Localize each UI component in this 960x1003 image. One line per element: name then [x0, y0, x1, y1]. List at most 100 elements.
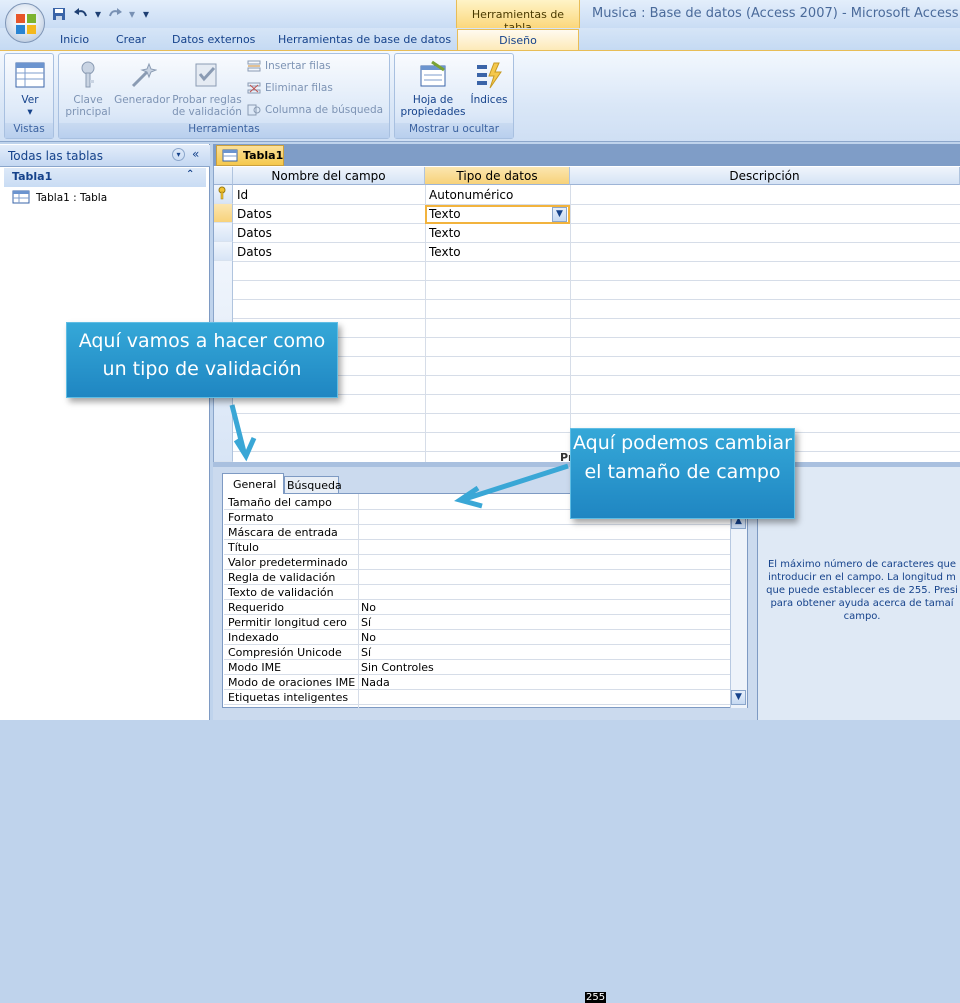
field-name-cell[interactable]: Datos: [237, 207, 272, 221]
hoja-label-1: Hoja de: [412, 94, 454, 106]
grid-corner: [214, 167, 233, 185]
probar-reglas-button[interactable]: Probar reglas de validación: [171, 60, 243, 118]
columna-busqueda-button[interactable]: Columna de búsqueda: [247, 104, 383, 116]
data-type-cell[interactable]: Texto: [429, 207, 461, 221]
property-name: Indexado: [228, 631, 279, 644]
property-row[interactable]: Modo IME Sin Controles: [224, 660, 730, 675]
property-row[interactable]: Máscara de entrada: [224, 525, 730, 540]
insertar-label: Insertar filas: [265, 60, 331, 72]
columna-label: Columna de búsqueda: [265, 104, 384, 116]
property-name: Modo de oraciones IME: [228, 676, 356, 689]
tab-datos-externos[interactable]: Datos externos: [172, 31, 255, 50]
tab-inicio[interactable]: Inicio: [60, 31, 89, 50]
data-type-cell[interactable]: Texto: [429, 245, 461, 259]
group-label-vistas: Vistas: [5, 123, 53, 138]
row-selector-3[interactable]: [214, 223, 233, 242]
nav-item-label: Tabla1 : Tabla: [36, 192, 108, 204]
indices-label: Índices: [470, 94, 508, 106]
property-value[interactable]: Nada: [361, 676, 390, 689]
property-row[interactable]: Etiquetas inteligentes: [224, 690, 730, 705]
save-icon[interactable]: [50, 5, 68, 23]
property-value[interactable]: Sin Controles: [361, 661, 434, 674]
redo-dropdown-icon[interactable]: ▾: [128, 5, 136, 23]
property-row[interactable]: Título: [224, 540, 730, 555]
generador-label: Generador: [114, 94, 170, 106]
property-row[interactable]: Modo de oraciones IME Nada: [224, 675, 730, 690]
property-row[interactable]: Compresión Unicode Sí: [224, 645, 730, 660]
generador-button[interactable]: Generador: [113, 60, 171, 106]
row-selector-4[interactable]: [214, 242, 233, 261]
grid-divider: [425, 185, 426, 462]
office-button[interactable]: [5, 3, 45, 43]
window-title: Musica : Base de datos (Access 2007) - M…: [592, 6, 959, 21]
field-name-cell[interactable]: Id: [237, 188, 248, 202]
document-tab-tabla1[interactable]: Tabla1: [216, 145, 284, 166]
tab-general[interactable]: General: [222, 473, 284, 494]
ver-button[interactable]: Ver ▾: [10, 60, 50, 118]
clave-label-2: principal: [65, 106, 111, 118]
column-header-descripcion[interactable]: Descripción: [570, 167, 960, 185]
property-row[interactable]: Indexado No: [224, 630, 730, 645]
grid-row-line: [233, 394, 960, 395]
property-row[interactable]: Requerido No: [224, 600, 730, 615]
grid-row-line: [233, 242, 960, 243]
tab-herramientas-bd[interactable]: Herramientas de base de datos: [278, 31, 451, 50]
quick-access-toolbar: ▾ ▾ ▾: [50, 4, 152, 24]
property-value-selected[interactable]: 255: [585, 992, 607, 1003]
nav-pane-header[interactable]: Todas las tablas ▾ «: [0, 145, 210, 167]
shutter-bar-icon[interactable]: «: [192, 147, 199, 161]
grid-row-line: [233, 280, 960, 281]
collapse-group-icon[interactable]: ⌃: [186, 169, 194, 180]
probar-label-2: de validación: [172, 106, 242, 118]
primary-key-icon: [218, 186, 226, 200]
column-header-tipo[interactable]: Tipo de datos: [425, 167, 570, 185]
property-row[interactable]: Regla de validación: [224, 570, 730, 585]
insertar-filas-button[interactable]: Insertar filas: [247, 60, 331, 72]
data-type-cell[interactable]: Autonumérico: [429, 188, 513, 202]
tab-busqueda[interactable]: Búsqueda: [284, 476, 342, 494]
property-value[interactable]: No: [361, 631, 376, 644]
field-name-cell[interactable]: Datos: [237, 226, 272, 240]
wand-icon: [127, 60, 158, 90]
redo-icon[interactable]: [106, 5, 124, 23]
validation-rules-icon: [192, 60, 222, 90]
design-grid: [213, 166, 960, 462]
data-type-cell[interactable]: Texto: [429, 226, 461, 240]
nav-item-tabla1[interactable]: Tabla1 : Tabla: [12, 189, 107, 207]
row-selector-2[interactable]: [214, 204, 233, 223]
property-row[interactable]: Texto de validación: [224, 585, 730, 600]
contextual-tab-header: Herramientas de tabla: [456, 0, 580, 34]
undo-icon[interactable]: [72, 5, 90, 23]
grid-row-line: [233, 318, 960, 319]
customize-qat-icon[interactable]: ▾: [140, 5, 152, 23]
property-value[interactable]: Sí: [361, 646, 371, 659]
property-row[interactable]: Permitir longitud cero Sí: [224, 615, 730, 630]
tab-diseno[interactable]: Diseño: [457, 29, 579, 51]
clave-principal-button[interactable]: Clave principal: [63, 60, 113, 118]
undo-dropdown-icon[interactable]: ▾: [94, 5, 102, 23]
field-name-cell[interactable]: Datos: [237, 245, 272, 259]
hoja-propiedades-button[interactable]: Hoja de propiedades: [399, 60, 467, 118]
property-name: Modo IME: [228, 661, 282, 674]
group-mostrar-ocultar: Hoja de propiedades Índices Mostrar u ocu…: [394, 53, 514, 139]
table-icon: [12, 190, 30, 207]
tab-crear[interactable]: Crear: [116, 31, 146, 50]
column-header-nombre[interactable]: Nombre del campo: [233, 167, 425, 185]
property-value[interactable]: No: [361, 601, 376, 614]
eliminar-label: Eliminar filas: [265, 82, 333, 94]
property-value[interactable]: Sí: [361, 616, 371, 629]
nav-menu-dropdown-icon[interactable]: ▾: [172, 148, 185, 161]
property-row[interactable]: Valor predeterminado: [224, 555, 730, 570]
property-name: Tamaño del campo: [228, 496, 332, 509]
navigation-pane: [0, 144, 210, 720]
chevron-down-icon[interactable]: ▼: [552, 207, 567, 222]
row-selector-1[interactable]: [214, 185, 233, 204]
nav-group-header[interactable]: Tabla1 ⌃: [4, 168, 206, 187]
group-label-mostrar: Mostrar u ocultar: [395, 123, 513, 138]
eliminar-filas-button[interactable]: Eliminar filas: [247, 82, 333, 94]
indices-button[interactable]: Índices: [467, 60, 511, 106]
scroll-down-icon[interactable]: ▼: [731, 690, 746, 705]
document-tab-label: Tabla1: [243, 149, 284, 162]
hoja-label-2: propiedades: [400, 106, 466, 118]
lookup-column-icon: [247, 104, 261, 116]
